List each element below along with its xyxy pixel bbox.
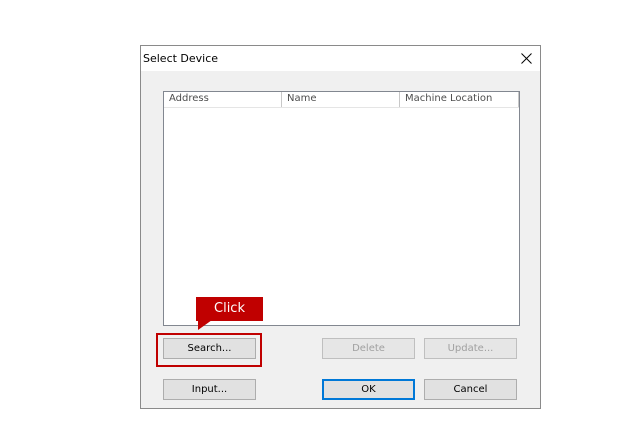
- title-bar: Select Device: [141, 46, 540, 71]
- delete-button[interactable]: Delete: [322, 338, 415, 359]
- click-callout-pointer: [198, 320, 212, 330]
- close-button[interactable]: [512, 46, 540, 71]
- dialog-title: Select Device: [143, 52, 219, 65]
- input-button[interactable]: Input...: [163, 379, 256, 400]
- device-list[interactable]: Address Name Machine Location: [163, 91, 520, 326]
- update-button[interactable]: Update...: [424, 338, 517, 359]
- close-icon: [521, 53, 532, 64]
- column-header-machine-location[interactable]: Machine Location: [400, 92, 519, 107]
- list-header: Address Name Machine Location: [164, 92, 519, 108]
- ok-button[interactable]: OK: [322, 379, 415, 400]
- cancel-button[interactable]: Cancel: [424, 379, 517, 400]
- column-header-address[interactable]: Address: [164, 92, 282, 107]
- list-body[interactable]: [164, 108, 519, 325]
- column-header-name[interactable]: Name: [282, 92, 400, 107]
- click-callout: Click: [196, 297, 263, 321]
- search-highlight-box: [156, 333, 262, 367]
